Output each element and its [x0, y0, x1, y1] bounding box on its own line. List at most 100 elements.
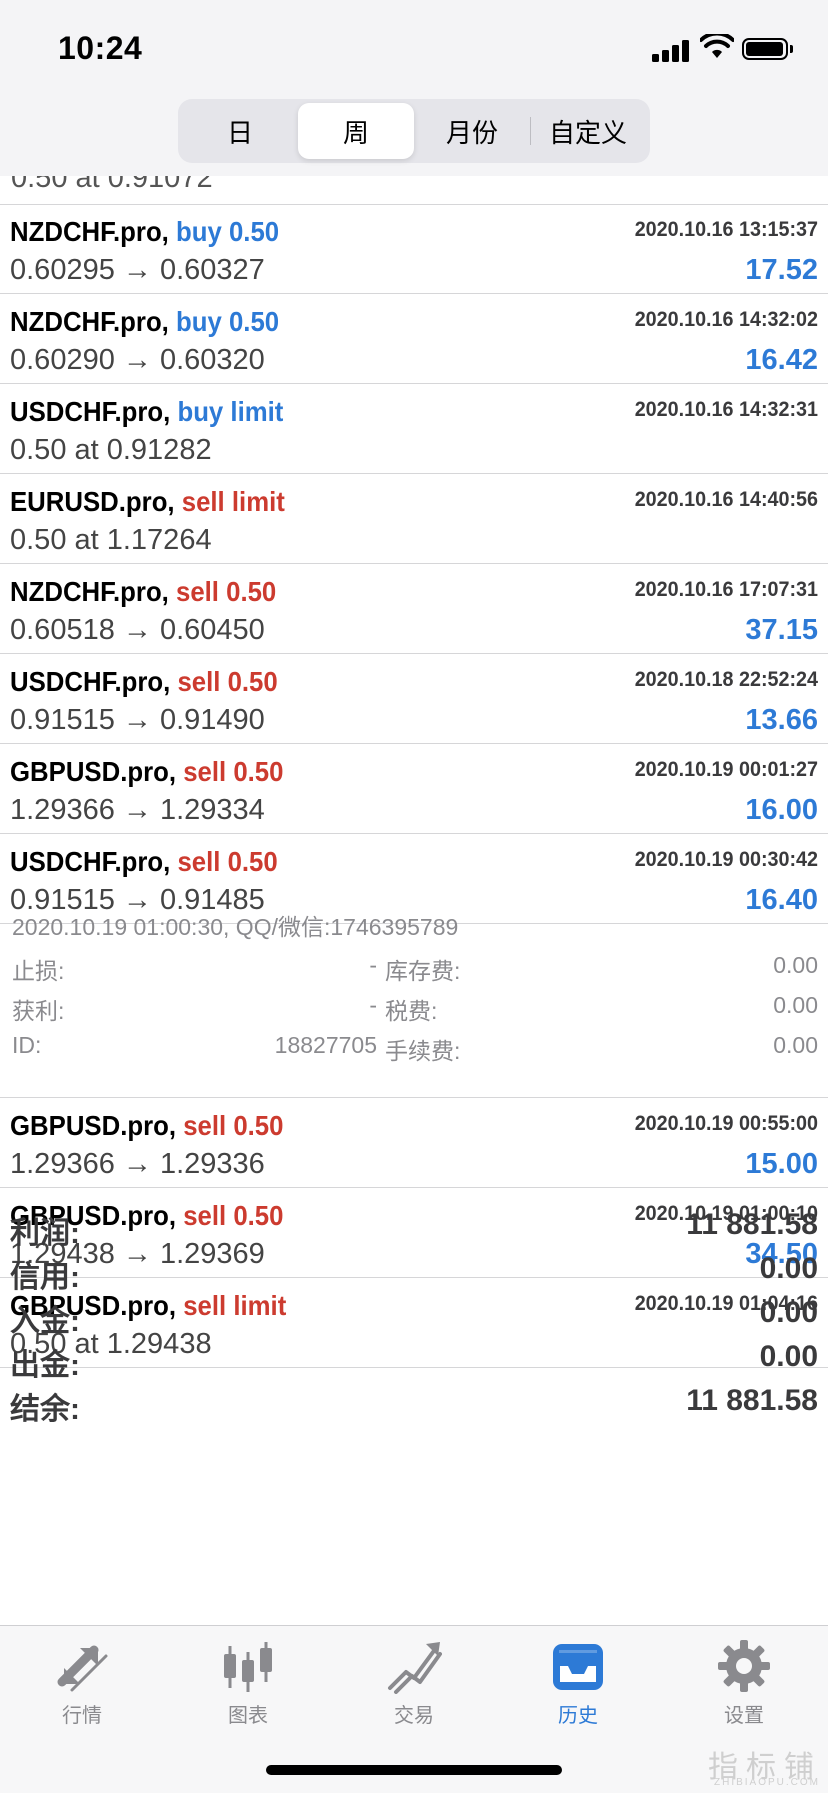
detail-line: ID: 18827705 手续费: 0.00	[12, 1032, 818, 1064]
deal-date: 2020.10.19 00:55:00	[634, 1112, 818, 1135]
deal-symbol: GBPUSD.pro, sell 0.50	[10, 1110, 283, 1142]
deal-profit: 16.42	[745, 344, 818, 376]
deal-profit: 37.15	[745, 614, 818, 646]
commission-value: 0.00	[773, 1032, 818, 1058]
wifi-icon	[700, 34, 734, 58]
deal-row[interactable]: NZDCHF.pro, buy 0.50 2020.10.16 13:15:37 0…	[0, 204, 828, 294]
watermark-subtext: ZHIBIAOPU.COM	[713, 1777, 820, 1788]
tax-label: 税费:	[385, 998, 438, 1024]
deal-price: 0.60295 → 0.60327	[10, 254, 265, 286]
period-segmented-control: 日 周 月份 自定义	[178, 99, 650, 163]
deal-action: sell 0.50	[177, 846, 278, 877]
swap-label: 库存费:	[385, 958, 461, 984]
partial-price-text: 0.50 at 0.91072	[11, 176, 213, 194]
deal-date: 2020.10.18 22:52:24	[634, 668, 818, 691]
stop-loss-label: 止损:	[12, 958, 65, 984]
deal-row[interactable]: USDCHF.pro, sell 0.50 2020.10.18 22:52:24…	[0, 654, 828, 744]
detail-time: 2020.10.19 01:00:30, QQ/微信:1746395789	[12, 914, 459, 940]
deal-date: 2020.10.16 13:15:37	[634, 218, 818, 241]
tax-value: 0.00	[773, 992, 818, 1018]
deal-date: 2020.10.19 00:01:27	[634, 758, 818, 781]
symbol-text: NZDCHF.pro,	[10, 306, 169, 337]
deal-price: 0.60290 → 0.60320	[10, 344, 265, 376]
deal-symbol: NZDCHF.pro, buy 0.50	[10, 216, 279, 248]
deal-price: 0.91515 → 0.91490	[10, 704, 265, 736]
symbol-text: USDCHF.pro,	[10, 666, 171, 697]
symbol-text: EURUSD.pro,	[10, 486, 175, 517]
deal-price: 0.50 at 0.91282	[10, 434, 212, 466]
summary-value: 0.00	[759, 1252, 818, 1285]
deal-date: 2020.10.16 14:32:31	[634, 398, 818, 421]
deal-action: sell 0.50	[183, 756, 284, 787]
deal-action: sell limit	[181, 486, 285, 517]
summary-label: 结余:	[10, 1393, 80, 1426]
tab-label: 行情	[62, 1705, 102, 1727]
deal-symbol: USDCHF.pro, sell 0.50	[10, 846, 278, 878]
tab-trade[interactable]: 交易	[359, 1638, 469, 1728]
tab-label: 历史	[558, 1705, 598, 1727]
take-profit-value: -	[369, 992, 377, 1018]
symbol-text: GBPUSD.pro,	[10, 1110, 177, 1141]
deal-symbol: USDCHF.pro, buy limit	[10, 396, 283, 428]
symbol-text: USDCHF.pro,	[10, 396, 171, 427]
tab-charts[interactable]: 图表	[193, 1638, 303, 1728]
id-value: 18827705	[274, 1032, 377, 1058]
tab-label: 交易	[394, 1705, 434, 1727]
deal-date: 2020.10.16 14:40:56	[634, 488, 818, 511]
deal-action: buy limit	[177, 396, 284, 427]
list-item-partial[interactable]: 0.50 at 0.91072	[0, 176, 828, 205]
deal-action: buy 0.50	[176, 216, 280, 247]
deal-price: 0.60518 → 0.60450	[10, 614, 265, 646]
summary-value: 11 881.58	[686, 1208, 818, 1241]
summary-value: 0.00	[759, 1296, 818, 1329]
detail-line: 获利: - 税费: 0.00	[12, 992, 818, 1024]
deal-row[interactable]: GBPUSD.pro, sell 0.50 2020.10.19 00:55:00…	[0, 1098, 828, 1188]
battery-icon	[742, 38, 793, 60]
deal-action: sell 0.50	[177, 666, 278, 697]
deal-profit: 13.66	[745, 704, 818, 736]
settings-icon	[718, 1640, 770, 1692]
trade-icon	[388, 1642, 442, 1694]
deal-symbol: GBPUSD.pro, sell 0.50	[10, 756, 283, 788]
deal-profit: 15.00	[745, 1148, 818, 1180]
commission-label: 手续费:	[385, 1038, 461, 1064]
deal-price: 1.29366 → 1.29334	[10, 794, 265, 826]
summary-value: 11 881.58	[686, 1384, 818, 1417]
tab-history[interactable]: 历史	[523, 1638, 633, 1728]
swap-value: 0.00	[773, 952, 818, 978]
summary-label: 信用:	[10, 1261, 80, 1294]
deal-price: 1.29366 → 1.29336	[10, 1148, 265, 1180]
deal-detail-panel: 2020.10.19 01:00:30, QQ/微信:1746395789 止损…	[0, 894, 828, 1098]
summary-label: 利润:	[10, 1217, 80, 1250]
deal-symbol: USDCHF.pro, sell 0.50	[10, 666, 278, 698]
segment-custom[interactable]: 自定义	[530, 103, 646, 159]
chart-icon	[224, 1642, 272, 1692]
home-indicator[interactable]	[266, 1765, 562, 1775]
detail-line: 止损: - 库存费: 0.00	[12, 952, 818, 984]
deal-profit: 16.00	[745, 794, 818, 826]
summary-label: 出金:	[10, 1349, 80, 1382]
deal-date: 2020.10.16 14:32:02	[634, 308, 818, 331]
deal-row[interactable]: GBPUSD.pro, sell 0.50 2020.10.19 00:01:27…	[0, 744, 828, 834]
tab-quotes[interactable]: 行情	[27, 1638, 137, 1728]
tab-label: 设置	[724, 1705, 764, 1727]
deal-row[interactable]: EURUSD.pro, sell limit 2020.10.16 14:40:5…	[0, 474, 828, 564]
summary-value: 0.00	[759, 1340, 818, 1373]
deal-row[interactable]: NZDCHF.pro, sell 0.50 2020.10.16 17:07:31…	[0, 564, 828, 654]
summary-label: 入金:	[10, 1305, 80, 1338]
segment-month[interactable]: 月份	[414, 103, 530, 159]
tab-settings[interactable]: 设置	[689, 1638, 799, 1728]
deal-row[interactable]: NZDCHF.pro, buy 0.50 2020.10.16 14:32:02 0…	[0, 294, 828, 384]
segment-week[interactable]: 周	[298, 103, 414, 159]
symbol-text: NZDCHF.pro,	[10, 216, 169, 247]
deal-row[interactable]: USDCHF.pro, buy limit 2020.10.16 14:32:31…	[0, 384, 828, 474]
take-profit-label: 获利:	[12, 998, 65, 1024]
cellular-signal-icon	[652, 38, 692, 62]
symbol-text: NZDCHF.pro,	[10, 576, 169, 607]
deal-symbol: NZDCHF.pro, buy 0.50	[10, 306, 279, 338]
tab-label: 图表	[228, 1705, 268, 1727]
segment-day[interactable]: 日	[182, 103, 298, 159]
deal-symbol: EURUSD.pro, sell limit	[10, 486, 285, 518]
deal-symbol: NZDCHF.pro, sell 0.50	[10, 576, 276, 608]
period-selector-bar: 日 周 月份 自定义	[0, 95, 828, 176]
